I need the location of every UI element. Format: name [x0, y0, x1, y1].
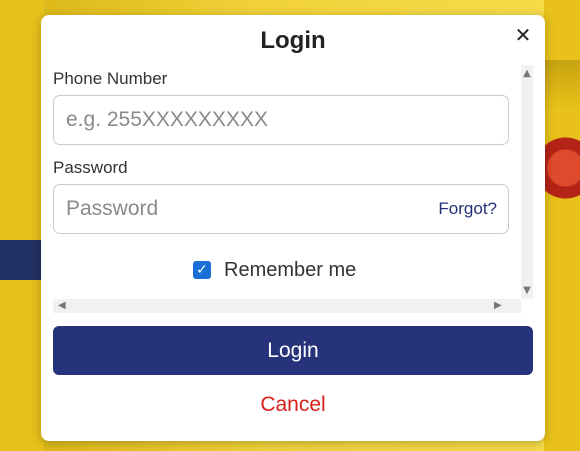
background-left-banner: [0, 0, 44, 451]
scroll-right-arrow-icon[interactable]: ▶: [494, 299, 502, 313]
background-dark-strip: [0, 240, 44, 280]
password-label: Password: [53, 158, 128, 177]
login-button[interactable]: Login: [53, 326, 533, 375]
scroll-down-arrow-icon[interactable]: ▼: [521, 285, 533, 296]
forgot-password-link[interactable]: Forgot?: [438, 199, 497, 219]
horizontal-scrollbar[interactable]: ◀ ▶: [53, 299, 521, 313]
background-right-banner: [544, 0, 580, 451]
close-icon[interactable]: ✕: [511, 23, 535, 47]
remember-me-label: Remember me: [224, 258, 357, 281]
scroll-left-arrow-icon[interactable]: ◀: [58, 299, 66, 313]
background-graphic: [544, 120, 580, 240]
form-scroll-area[interactable]: Phone Number Password Forgot? ✓ Remember…: [53, 65, 533, 313]
scroll-up-arrow-icon[interactable]: ▲: [521, 68, 533, 79]
remember-me-checkbox[interactable]: ✓: [193, 261, 211, 279]
cancel-button[interactable]: Cancel: [41, 393, 545, 417]
checkmark-icon: ✓: [196, 262, 208, 278]
modal-title: Login: [260, 27, 326, 54]
login-modal: Login ✕ Phone Number Password Forgot? ✓ …: [41, 15, 545, 441]
phone-number-label: Phone Number: [53, 69, 168, 88]
vertical-scrollbar[interactable]: ▲ ▼: [521, 65, 533, 299]
background-right-strip: [544, 60, 580, 110]
phone-number-input[interactable]: [53, 95, 509, 145]
remember-me-row[interactable]: ✓ Remember me: [193, 257, 356, 283]
